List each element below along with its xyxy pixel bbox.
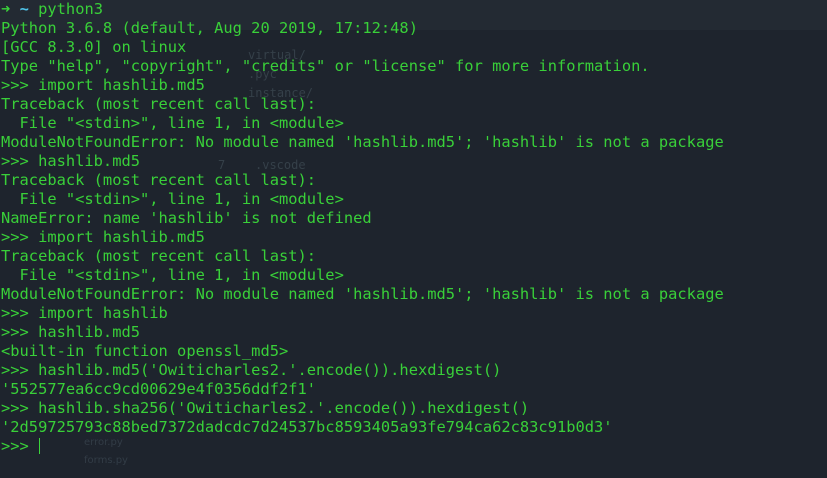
prompt-cwd: ~ [19, 0, 29, 18]
output-line: <built-in function openssl_md5> [1, 342, 289, 360]
terminal-window[interactable]: virtual/ .pyc instance/ .vscode 7 error.… [0, 0, 827, 478]
output-line: '552577ea6cc9cd00629e4f0356ddf2f1' [1, 380, 317, 398]
output-line: [GCC 8.3.0] on linux [1, 38, 187, 56]
output-line: Python 3.6.8 (default, Aug 20 2019, 17:1… [1, 19, 418, 37]
output-line: >>> import hashlib.md5 [1, 228, 205, 246]
output-line: >>> hashlib.sha256('Owiticharles2.'.enco… [1, 399, 530, 417]
terminal-output: ➜ ~ python3 Python 3.6.8 (default, Aug 2… [1, 0, 724, 456]
output-line: File "<stdin>", line 1, in <module> [1, 266, 344, 284]
shell-command: python3 [38, 0, 103, 18]
output-line: Traceback (most recent call last): [1, 95, 317, 113]
output-line: File "<stdin>", line 1, in <module> [1, 114, 344, 132]
output-line: >>> import hashlib [1, 304, 168, 322]
output-line: NameError: name 'hashlib' is not defined [1, 209, 372, 227]
output-line: '2d59725793c88bed7372dadcdc7d24537bc8593… [1, 418, 613, 436]
output-line: ModuleNotFoundError: No module named 'ha… [1, 285, 724, 303]
text-cursor[interactable] [39, 438, 41, 454]
output-line: File "<stdin>", line 1, in <module> [1, 190, 344, 208]
output-line: Type "help", "copyright", "credits" or "… [1, 57, 650, 75]
output-line: Traceback (most recent call last): [1, 247, 317, 265]
output-line: >>> hashlib.md5 [1, 323, 140, 341]
input-line[interactable]: >>> [1, 437, 724, 456]
prompt-arrow-icon: ➜ [1, 0, 11, 18]
output-line: >>> hashlib.md5 [1, 152, 140, 170]
output-line: Traceback (most recent call last): [1, 171, 317, 189]
output-line: >>> hashlib.md5('Owiticharles2.'.encode(… [1, 361, 502, 379]
shell-prompt-line: ➜ ~ python3 [1, 0, 724, 19]
output-line: >>> import hashlib.md5 [1, 76, 205, 94]
ghost-file-item: forms.py [84, 455, 128, 466]
repl-prompt: >>> [1, 437, 39, 455]
output-line: ModuleNotFoundError: No module named 'ha… [1, 133, 724, 151]
